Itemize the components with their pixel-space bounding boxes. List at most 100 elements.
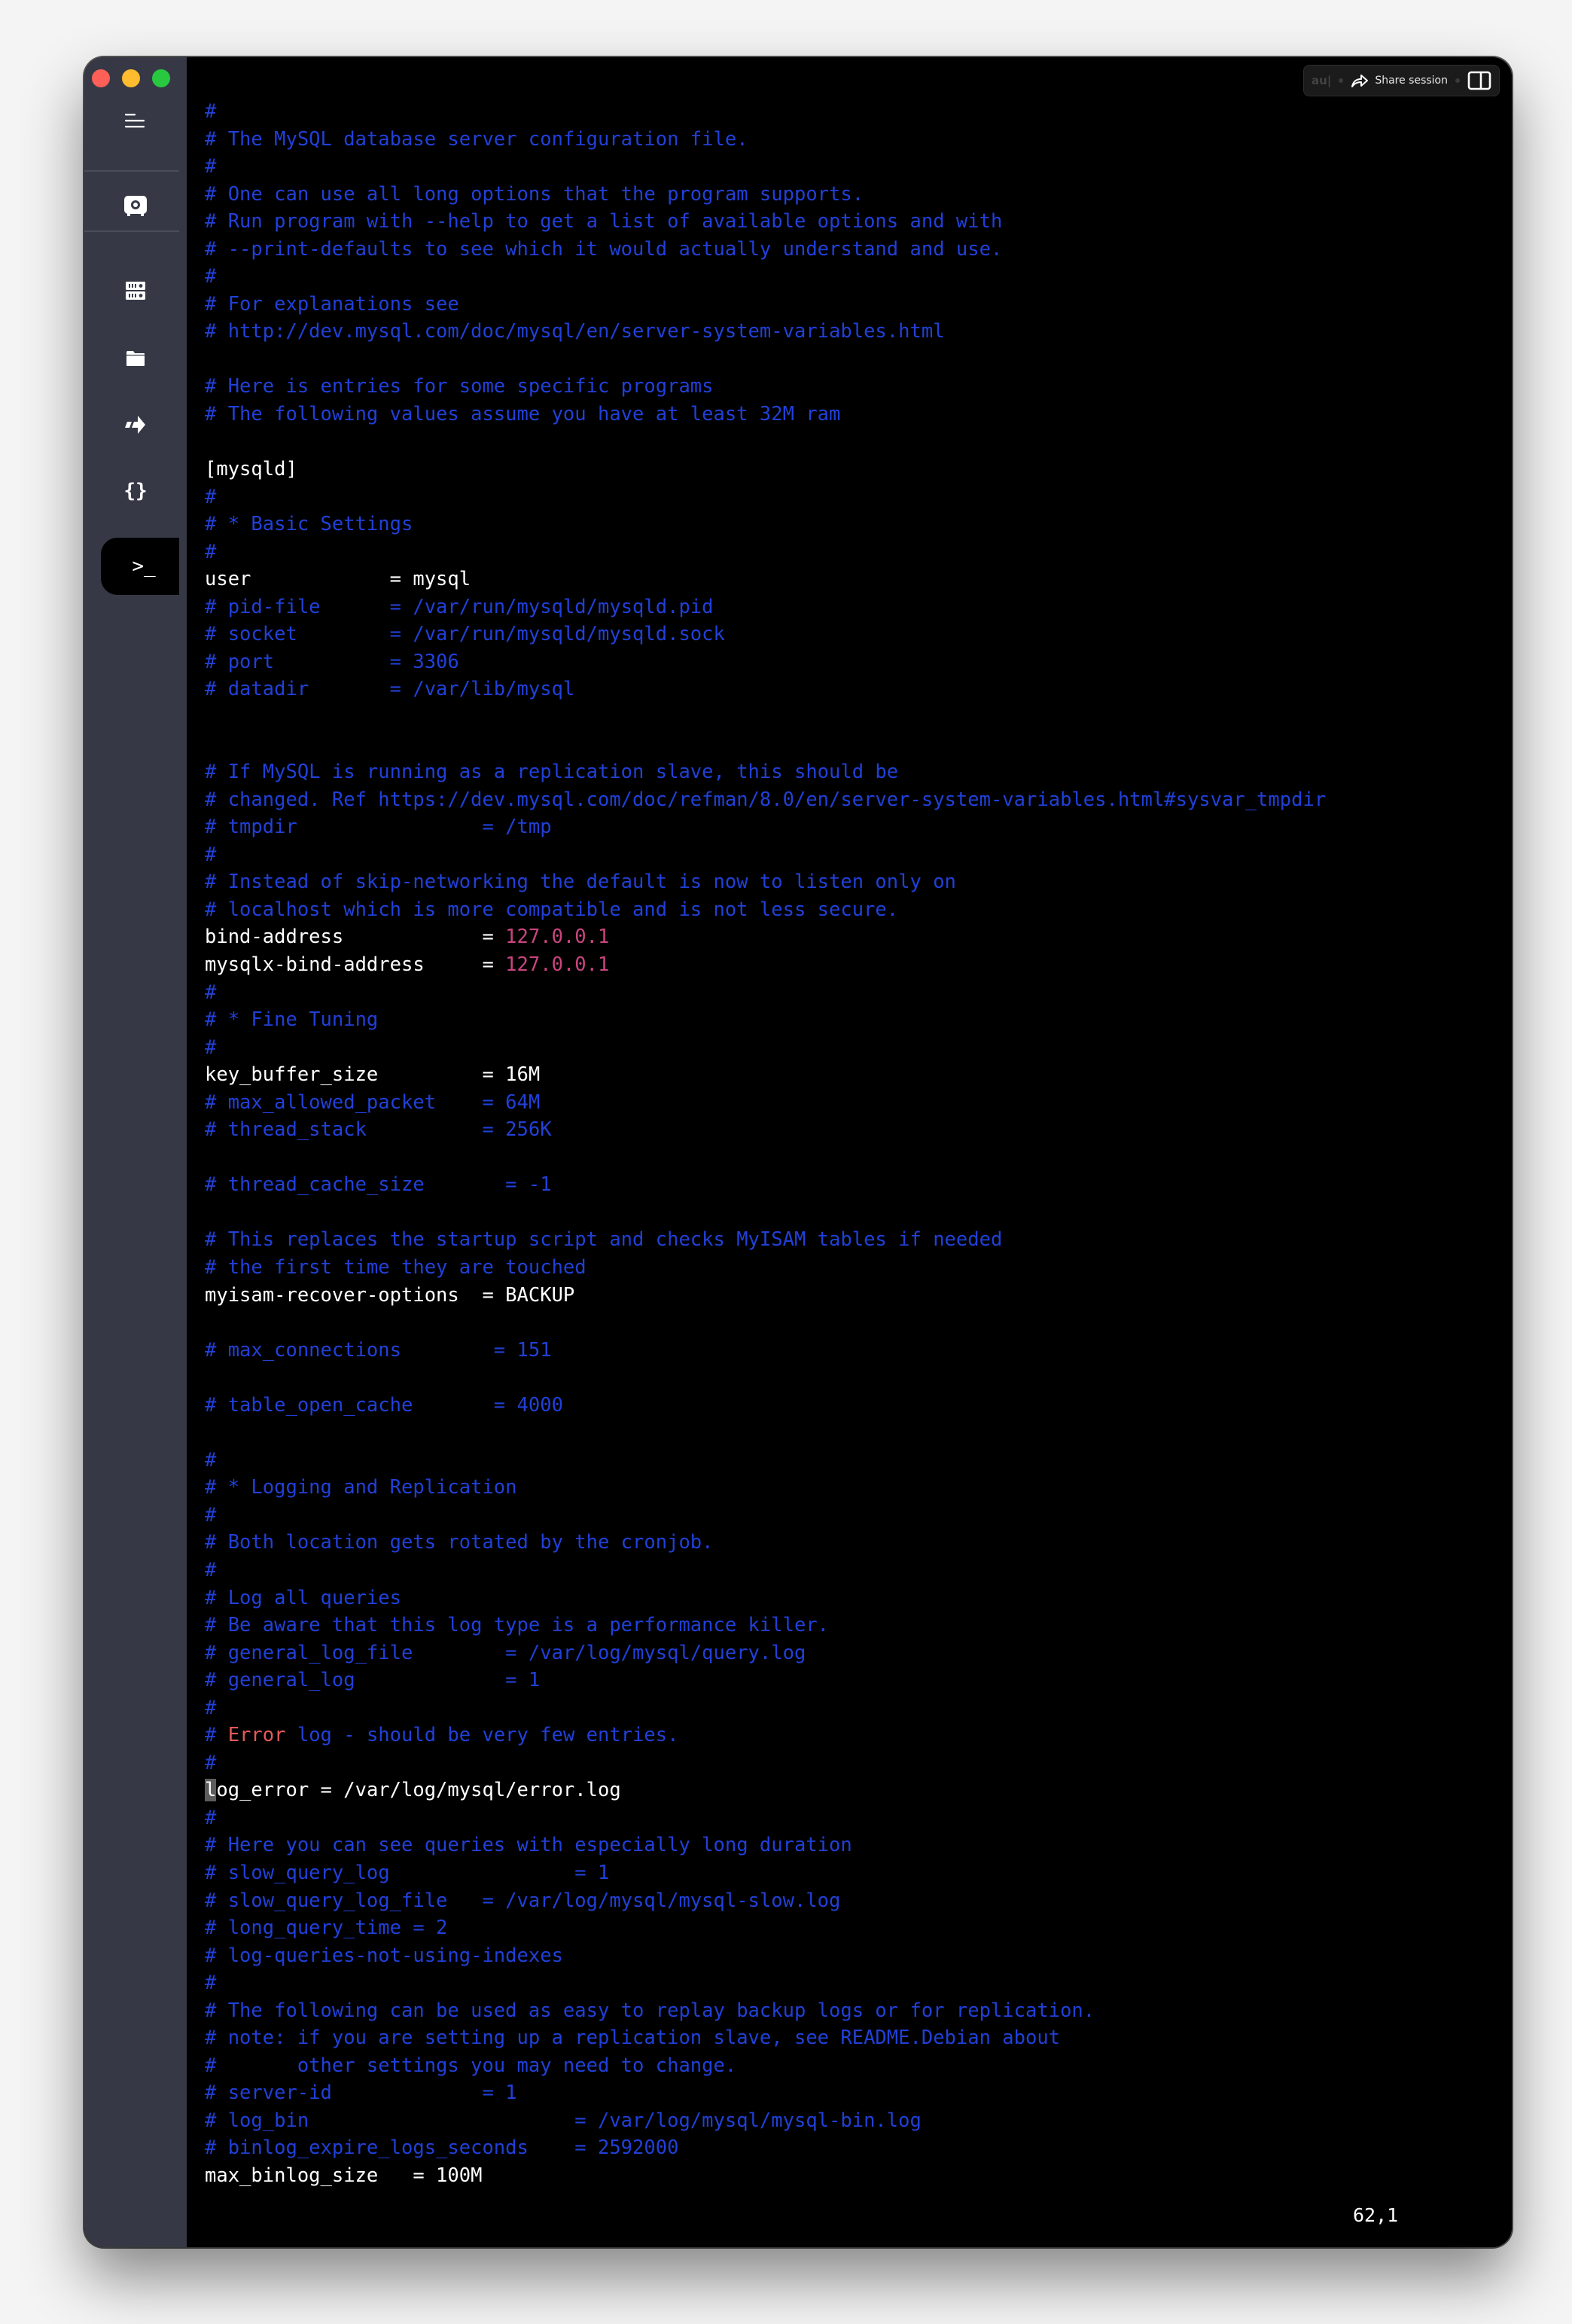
editor-line: user = mysql xyxy=(205,566,1326,593)
comment-text: # Log all queries xyxy=(205,1586,401,1609)
comment-text: # xyxy=(205,1503,217,1526)
comment-text: # xyxy=(205,1696,217,1719)
config-file-content[interactable]: # # The MySQL database server configurati… xyxy=(205,98,1326,2190)
toolbar-separator xyxy=(1455,78,1460,83)
server-icon xyxy=(126,282,145,300)
terminal-pane[interactable]: au| Share session # # The MySQL database … xyxy=(187,57,1512,2247)
comment-text: # One can use all long options that the … xyxy=(205,182,864,206)
editor-line: # thread_cache_size = -1 xyxy=(205,1171,1326,1199)
editor-line: # * Logging and Replication xyxy=(205,1474,1326,1502)
comment-text: # general_log_file = /var/log/mysql/quer… xyxy=(205,1641,806,1664)
editor-line: # thread_stack = 256K xyxy=(205,1116,1326,1144)
editor-line: # xyxy=(205,1557,1326,1584)
hamburger-menu-icon xyxy=(125,114,145,128)
code-text: [mysqld] xyxy=(205,458,297,481)
comment-text: # max_connections = 151 xyxy=(205,1338,552,1362)
comment-text: # log_bin = /var/log/mysql/mysql-bin.log xyxy=(205,2109,922,2132)
comment-text: # thread_cache_size = -1 xyxy=(205,1173,552,1197)
split-view-icon xyxy=(1467,71,1491,90)
sidebar-item-port-forwarding[interactable] xyxy=(84,402,187,447)
folder-icon xyxy=(126,351,145,366)
sidebar-item-vault[interactable] xyxy=(84,184,187,229)
comment-text: # other settings you may need to change. xyxy=(205,2054,737,2077)
sidebar-item-snippets[interactable]: {} xyxy=(84,468,187,514)
comment-text: # pid-file = /var/run/mysqld/mysqld.pid xyxy=(205,595,714,618)
code-text: og_error = /var/log/mysql/error.log xyxy=(216,1779,621,1802)
editor-line: # xyxy=(205,1804,1326,1832)
sidebar-item-hosts[interactable] xyxy=(84,268,187,313)
comment-text: # --print-defaults to see which it would… xyxy=(205,237,1003,261)
comment-text: # This replaces the startup script and c… xyxy=(205,1228,1003,1252)
comment-text: # The following can be used as easy to r… xyxy=(205,1999,1095,2022)
sidebar-edge xyxy=(179,57,187,2247)
comment-text: # For explanations see xyxy=(205,292,459,316)
comment-text: # Here you can see queries with especial… xyxy=(205,1834,852,1857)
comment-text: # Instead of skip-networking the default… xyxy=(205,871,956,894)
comment-text: # xyxy=(205,1972,217,1995)
editor-line: # One can use all long options that the … xyxy=(205,181,1326,209)
comment-text: # If MySQL is running as a replication s… xyxy=(205,761,899,784)
toolbar-input[interactable]: au| xyxy=(1312,74,1331,87)
minimize-window-button[interactable] xyxy=(122,69,140,87)
editor-line: # slow_query_log_file = /var/log/mysql/m… xyxy=(205,1887,1326,1915)
editor-line: # The MySQL database server configuratio… xyxy=(205,126,1326,154)
vault-icon xyxy=(124,196,147,216)
comment-text: # * Logging and Replication xyxy=(205,1476,517,1499)
sidebar-item-sftp[interactable] xyxy=(84,336,187,381)
sidebar-item-menu[interactable] xyxy=(84,98,187,143)
comment-text: # * Basic Settings xyxy=(205,513,413,536)
comment-text: # the first time they are touched xyxy=(205,1255,586,1279)
close-window-button[interactable] xyxy=(92,69,110,87)
editor-line: # xyxy=(205,1502,1326,1530)
share-arrow-icon xyxy=(1351,75,1369,87)
editor-line: # Here you can see queries with especial… xyxy=(205,1831,1326,1859)
editor-line: mysqlx-bind-address = 127.0.0.1 xyxy=(205,951,1326,979)
text-cursor: l xyxy=(205,1779,217,1802)
editor-line: # binlog_expire_logs_seconds = 2592000 xyxy=(205,2134,1326,2162)
comment-text: # port = 3306 xyxy=(205,650,459,673)
editor-line: # For explanations see xyxy=(205,291,1326,319)
comment-text: log - should be very few entries. xyxy=(285,1724,679,1747)
comment-text: # datadir = /var/lib/mysql xyxy=(205,678,575,701)
share-session-button[interactable]: Share session xyxy=(1351,73,1448,88)
sidebar-divider xyxy=(84,230,179,232)
comment-text: # xyxy=(205,1558,217,1581)
sidebar-item-terminal[interactable]: >_ xyxy=(101,538,187,595)
split-view-button[interactable] xyxy=(1467,71,1491,90)
terminal-prompt-icon: >_ xyxy=(132,555,156,578)
comment-text: # xyxy=(205,1035,217,1059)
editor-line: # max_allowed_packet = 64M xyxy=(205,1089,1326,1117)
editor-line: # log_bin = /var/log/mysql/mysql-bin.log xyxy=(205,2107,1326,2135)
comment-text: # xyxy=(205,265,217,288)
editor-line: bind-address = 127.0.0.1 xyxy=(205,923,1326,951)
maximize-window-button[interactable] xyxy=(152,69,170,87)
editor-line: # xyxy=(205,483,1326,511)
comment-text: # * Fine Tuning xyxy=(205,1008,379,1032)
comment-text: # slow_query_log = 1 xyxy=(205,1862,610,1884)
editor-line: # general_log = 1 xyxy=(205,1667,1326,1694)
editor-line: # xyxy=(205,1749,1326,1777)
toolbar-separator xyxy=(1339,78,1344,83)
editor-line: # localhost which is more compatible and… xyxy=(205,896,1326,924)
editor-line: # server-id = 1 xyxy=(205,2079,1326,2107)
editor-line: # log-queries-not-using-indexes xyxy=(205,1942,1326,1970)
editor-line: # xyxy=(205,1034,1326,1062)
editor-line: log_error = /var/log/mysql/error.log xyxy=(205,1777,1326,1804)
editor-line: # other settings you may need to change. xyxy=(205,2052,1326,2080)
comment-text: # xyxy=(205,1806,217,1829)
window-controls xyxy=(92,69,170,87)
editor-line: # port = 3306 xyxy=(205,648,1326,676)
sidebar: {} >_ xyxy=(84,57,187,2247)
comment-text: # The MySQL database server configuratio… xyxy=(205,127,748,151)
comment-text: # xyxy=(205,843,217,866)
comment-text: # xyxy=(205,100,217,123)
editor-line: [mysqld] xyxy=(205,456,1326,483)
editor-line: # Both location gets rotated by the cron… xyxy=(205,1529,1326,1557)
comment-text: # note: if you are setting up a replicat… xyxy=(205,2027,1061,2050)
editor-line: # Error log - should be very few entries… xyxy=(205,1722,1326,1749)
